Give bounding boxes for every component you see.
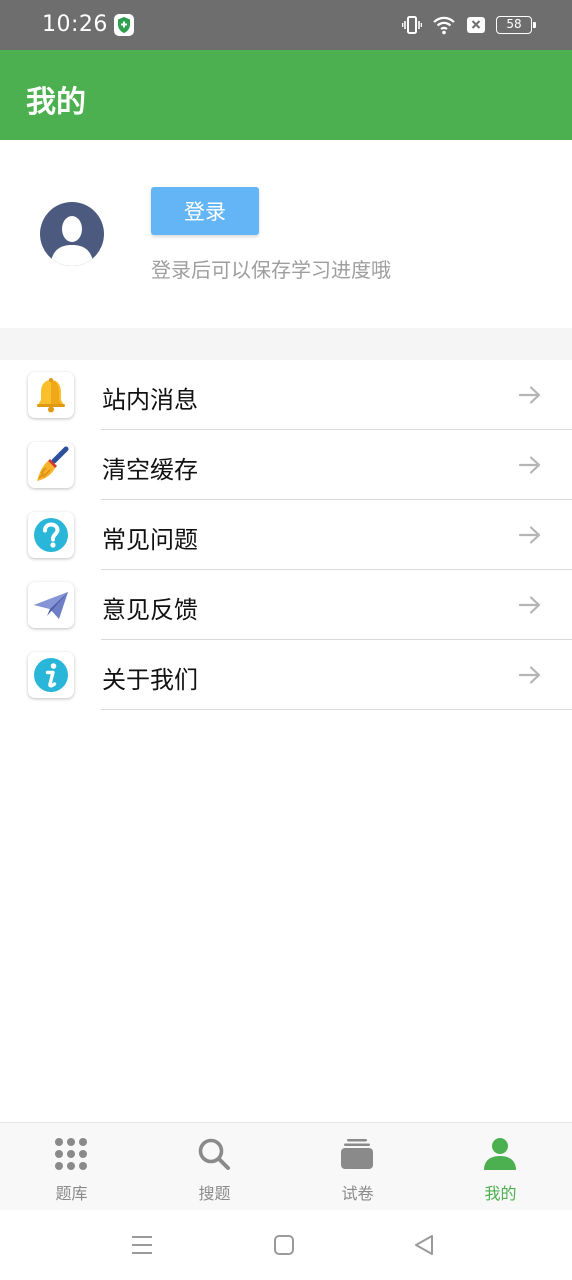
avatar[interactable] [40, 202, 104, 266]
arrow-right-icon [518, 666, 541, 684]
bell-icon [28, 372, 74, 418]
search-icon [198, 1138, 230, 1170]
divider [101, 709, 572, 710]
profile-section: 登录 登录后可以保存学习进度哦 [0, 140, 572, 328]
tab-mine[interactable]: 我的 [429, 1123, 572, 1211]
tab-search[interactable]: 搜题 [143, 1123, 286, 1211]
menu-item-clear-cache[interactable]: 清空缓存 [0, 430, 572, 500]
page-title: 我的 [26, 85, 86, 120]
tab-label: 试卷 [341, 1184, 374, 1203]
status-bar: 10:26 58 [0, 0, 572, 50]
default-avatar-icon [50, 216, 94, 266]
paper-plane-icon [28, 582, 74, 628]
person-icon [484, 1138, 516, 1170]
status-indicators: 58 [402, 14, 536, 36]
settings-menu: 站内消息 清空缓存 常见问题 意见反馈 关于我们 [0, 360, 572, 710]
question-icon [28, 512, 74, 558]
arrow-right-icon [518, 456, 541, 474]
menu-item-faq[interactable]: 常见问题 [0, 500, 572, 570]
menu-item-about[interactable]: 关于我们 [0, 640, 572, 710]
login-button[interactable]: 登录 [151, 187, 259, 235]
menu-item-messages[interactable]: 站内消息 [0, 360, 572, 430]
system-nav-bar [0, 1210, 572, 1280]
tab-papers[interactable]: 试卷 [286, 1123, 429, 1211]
menu-item-label: 关于我们 [102, 666, 198, 694]
security-shield-icon [114, 14, 134, 36]
grid-dots-icon [55, 1138, 87, 1170]
paper-stack-icon [341, 1139, 373, 1169]
menu-item-label: 站内消息 [102, 386, 198, 414]
info-icon [28, 652, 74, 698]
menu-item-label: 意见反馈 [102, 596, 198, 624]
no-sim-icon [467, 17, 485, 33]
arrow-right-icon [518, 526, 541, 544]
bottom-nav: 题库 搜题 试卷 我的 [0, 1122, 572, 1210]
app-bar: 我的 [0, 50, 572, 140]
wifi-icon [433, 16, 455, 35]
back-triangle-icon[interactable] [413, 1234, 435, 1256]
menu-item-label: 清空缓存 [102, 456, 198, 484]
tab-label: 搜题 [198, 1184, 231, 1203]
menu-item-feedback[interactable]: 意见反馈 [0, 570, 572, 640]
arrow-right-icon [518, 386, 541, 404]
login-hint: 登录后可以保存学习进度哦 [151, 258, 391, 282]
section-divider [0, 328, 572, 360]
status-time: 10:26 [42, 12, 108, 37]
vibrate-icon [402, 16, 422, 34]
home-square-icon[interactable] [273, 1234, 295, 1256]
menu-item-label: 常见问题 [102, 526, 198, 554]
menu-lines-icon[interactable] [131, 1234, 153, 1256]
arrow-right-icon [518, 596, 541, 614]
broom-icon [28, 442, 74, 488]
battery-indicator: 58 [496, 16, 536, 34]
tab-question-bank[interactable]: 题库 [0, 1123, 143, 1211]
tab-label: 题库 [55, 1184, 88, 1203]
tab-label: 我的 [484, 1184, 517, 1203]
